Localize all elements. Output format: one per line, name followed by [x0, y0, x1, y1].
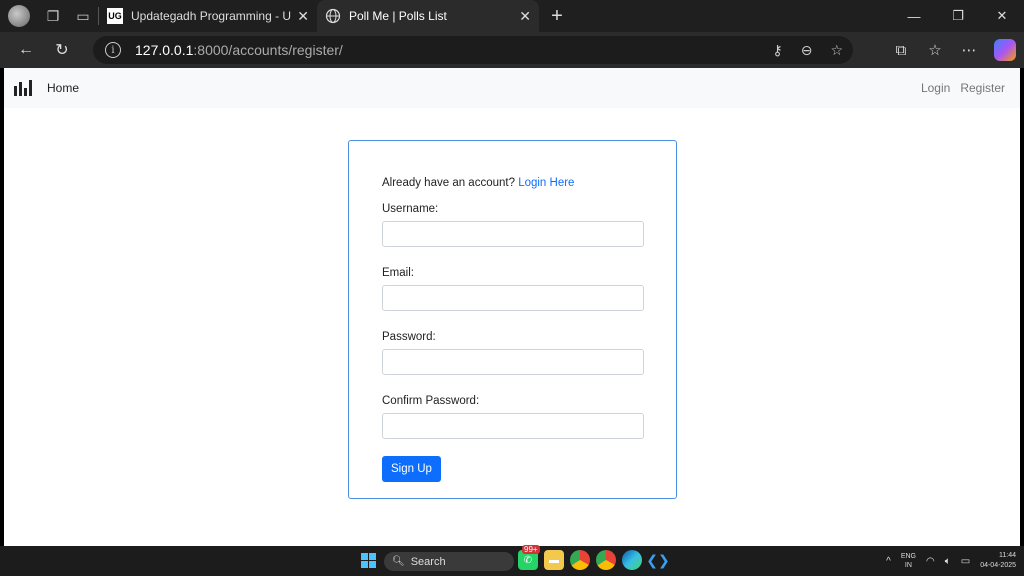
- clock[interactable]: 11:44 04-04-2025: [980, 551, 1016, 571]
- edge-icon[interactable]: [622, 550, 642, 570]
- window-controls: — ❐ ✕: [892, 0, 1024, 32]
- taskbar-search-label: Search: [410, 555, 446, 568]
- register-card: Already have an account? Login Here User…: [348, 140, 677, 499]
- username-label: Username:: [382, 203, 439, 215]
- clock-time: 11:44: [999, 552, 1016, 559]
- system-tray: ^ ENG IN ◠ 🔈︎ ▭ 11:44 04-04-2025: [886, 546, 1016, 576]
- restore-icon[interactable]: ❐: [936, 0, 980, 32]
- profile-avatar[interactable]: [8, 5, 30, 27]
- taskbar-search[interactable]: 🔍︎ Search: [384, 552, 514, 571]
- browser-tab-bar: ❐ ▭ UG Updategadh Programming - Upd ✕ Po…: [0, 0, 1024, 32]
- sign-up-button[interactable]: Sign Up: [382, 456, 441, 482]
- close-window-icon[interactable]: ✕: [980, 0, 1024, 32]
- email-label: Email:: [382, 267, 414, 279]
- address-bar[interactable]: i 127.0.0.1:8000/accounts/register/ ⚷ ⊖ …: [93, 36, 853, 64]
- lang-code: ENG: [900, 553, 916, 560]
- vscode-icon[interactable]: ❮❯: [646, 550, 669, 570]
- address-bar-actions: ⚷ ⊖ ☆: [772, 36, 843, 64]
- url-path: :8000/accounts/register/: [193, 42, 343, 58]
- language-indicator[interactable]: ENG IN: [901, 552, 916, 570]
- minimize-icon[interactable]: —: [892, 0, 936, 32]
- copilot-icon[interactable]: [994, 39, 1016, 61]
- tab-poll-me[interactable]: Poll Me | Polls List ✕: [317, 0, 539, 32]
- password-label: Password:: [382, 331, 436, 343]
- site-navbar: Home Login Register: [4, 68, 1020, 108]
- volume-icon[interactable]: 🔈︎: [945, 556, 951, 567]
- already-account-text: Already have an account? Login Here: [382, 177, 643, 189]
- tray-chevron-icon[interactable]: ^: [886, 556, 891, 567]
- nav-login-link[interactable]: Login: [921, 81, 950, 95]
- battery-icon[interactable]: ▭: [961, 556, 970, 567]
- wifi-icon[interactable]: ◠: [926, 556, 935, 567]
- confirm-password-input[interactable]: [382, 413, 644, 439]
- login-here-link[interactable]: Login Here: [518, 177, 574, 189]
- nav-register-link[interactable]: Register: [960, 81, 1005, 95]
- workspaces-icon[interactable]: ❐: [38, 0, 68, 32]
- browser-toolbar: ⧉ ☆ ⋯: [884, 32, 1024, 68]
- refresh-icon[interactable]: ↻: [44, 32, 80, 68]
- search-icon: 🔍︎: [392, 556, 405, 567]
- confirm-password-label: Confirm Password:: [382, 395, 480, 407]
- tab-updategadh[interactable]: UG Updategadh Programming - Upd ✕: [99, 0, 317, 32]
- windows-taskbar: 🔍︎ Search 99+ ✆ ▬ ❮❯ ^ ENG IN ◠ 🔈︎ ▭ 11:4…: [0, 545, 1024, 576]
- windows-start-icon[interactable]: [361, 553, 376, 568]
- already-label: Already have an account?: [382, 177, 515, 189]
- lang-region: IN: [904, 562, 912, 569]
- username-input[interactable]: [382, 221, 644, 247]
- tab-title: Poll Me | Polls List: [349, 9, 447, 23]
- chrome-profile-icon[interactable]: [596, 550, 616, 570]
- favorite-star-icon[interactable]: ☆: [830, 42, 843, 59]
- close-tab-icon[interactable]: ✕: [519, 8, 531, 25]
- nav-auth-links: Login Register: [921, 68, 1005, 108]
- brand-logo-icon[interactable]: [14, 80, 32, 96]
- tab-title: Updategadh Programming - Upd: [131, 9, 292, 23]
- back-icon[interactable]: ←: [8, 32, 44, 68]
- site-info-icon[interactable]: i: [105, 42, 121, 58]
- chrome-icon[interactable]: [570, 550, 590, 570]
- password-input[interactable]: [382, 349, 644, 375]
- updategadh-favicon-icon: UG: [107, 8, 123, 24]
- favorites-icon[interactable]: ☆: [918, 32, 952, 68]
- tab-actions-icon[interactable]: ▭: [68, 0, 98, 32]
- more-menu-icon[interactable]: ⋯: [952, 32, 986, 68]
- new-tab-button[interactable]: +: [539, 5, 575, 28]
- extensions-icon[interactable]: ⧉: [884, 32, 918, 68]
- taskbar-apps: 99+ ✆ ▬ ❮❯: [518, 545, 670, 570]
- globe-icon: [325, 8, 341, 24]
- close-tab-icon[interactable]: ✕: [297, 8, 309, 25]
- email-input[interactable]: [382, 285, 644, 311]
- nav-home-link[interactable]: Home: [47, 81, 79, 95]
- zoom-icon[interactable]: ⊖: [801, 42, 813, 59]
- notification-badge: 99+: [522, 545, 540, 554]
- key-icon[interactable]: ⚷: [772, 42, 782, 59]
- clock-date: 04-04-2025: [980, 562, 1016, 569]
- file-explorer-icon[interactable]: ▬: [544, 550, 564, 570]
- address-bar-row: ← ↻ i 127.0.0.1:8000/accounts/register/ …: [0, 32, 1024, 68]
- whatsapp-icon[interactable]: 99+ ✆: [518, 545, 540, 570]
- page-viewport: Home Login Register Already have an acco…: [4, 68, 1020, 546]
- url-host: 127.0.0.1: [135, 42, 194, 58]
